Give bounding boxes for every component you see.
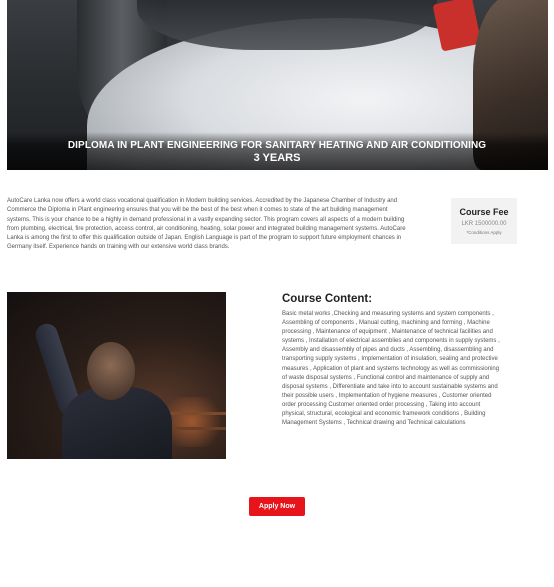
workshop-shelf <box>167 412 226 415</box>
mechanic-head <box>87 342 135 400</box>
heat-gun-tool <box>432 0 482 52</box>
course-content-list: Basic metal works ,Checking and measurin… <box>282 311 500 427</box>
course-fee-note: *Conditions Apply <box>466 230 502 235</box>
course-description: AutoCare Lanka now offers a world class … <box>7 198 406 251</box>
workshop-shelf <box>167 427 226 430</box>
hero-title-overlay <box>7 132 548 170</box>
course-fee-amount: LKR 1500000.00 <box>461 221 507 227</box>
course-content-heading: Course Content: <box>282 293 373 305</box>
course-title: DIPLOMA IN PLANT ENGINEERING FOR SANITAR… <box>67 140 487 151</box>
course-fee-title: Course Fee <box>459 207 509 217</box>
course-fee-card: Course Fee LKR 1500000.00 *Conditions Ap… <box>451 198 517 244</box>
mechanic-photo <box>7 292 226 459</box>
course-duration: 3 YEARS <box>253 152 301 164</box>
apply-now-button[interactable]: Apply Now <box>249 497 305 516</box>
